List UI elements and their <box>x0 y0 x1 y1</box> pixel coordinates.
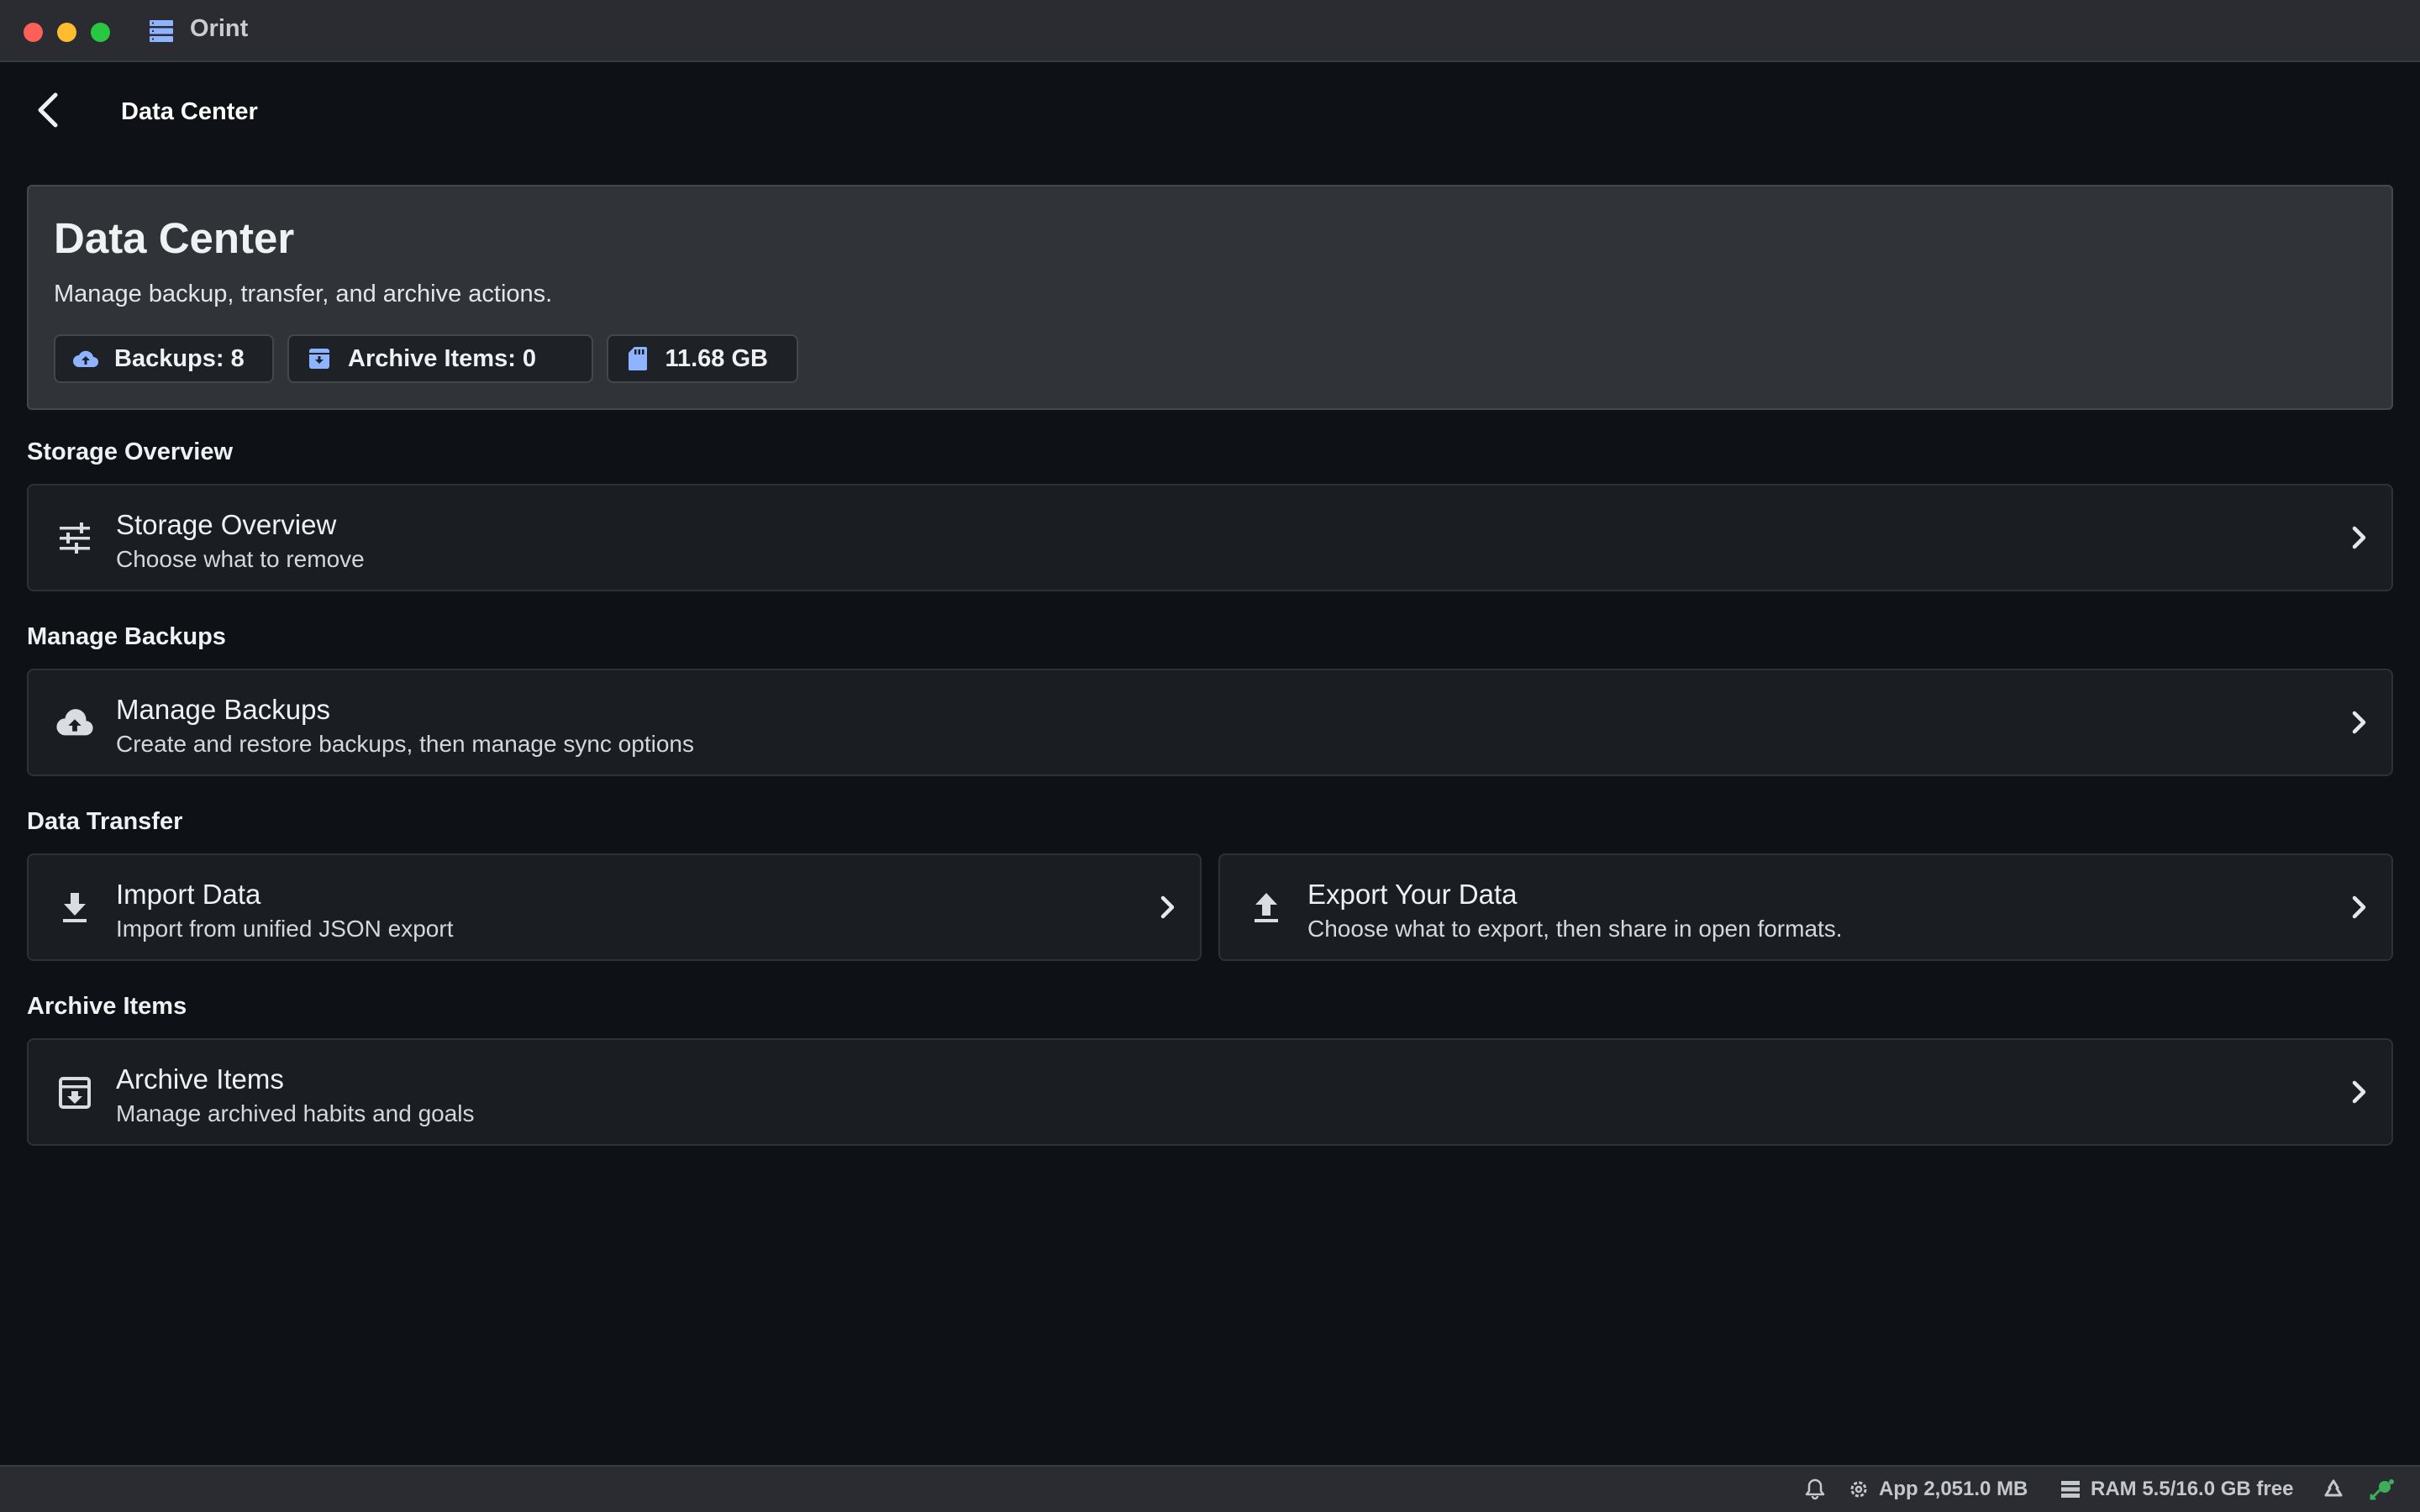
archive-items-title: Archive Items <box>116 1063 284 1095</box>
manage-backups-row[interactable]: Manage Backups Create and restore backup… <box>27 669 2393 776</box>
export-data-row[interactable]: Export Your Data Choose what to export, … <box>1218 853 2393 961</box>
import-data-title: Import Data <box>116 879 261 910</box>
server-stack-icon <box>148 18 175 44</box>
import-data-row[interactable]: Import Data Import from unified JSON exp… <box>27 853 1202 961</box>
ram-indicator[interactable]: RAM 5.5/16.0 GB free <box>2060 1467 2293 1512</box>
status-ok-icon <box>2370 1479 2394 1500</box>
server-stack-icon <box>2061 1481 2080 1498</box>
archive-items-subtitle: Manage archived habits and goals <box>116 1100 475 1126</box>
archive-items-chip: Archive Items: 0 <box>287 334 593 383</box>
backups-count-label: Backups: 8 <box>114 344 245 372</box>
download-icon <box>55 889 94 927</box>
page-title: Data Center <box>121 98 258 125</box>
archive-items-heading: Archive Items <box>27 993 187 1020</box>
window-title: Orint <box>190 15 249 42</box>
chevron-left-icon <box>38 92 58 128</box>
chevron-right-icon <box>1155 894 1181 921</box>
storage-size-label: 11.68 GB <box>665 344 768 372</box>
chevron-right-icon <box>2346 894 2373 921</box>
data-transfer-heading: Data Transfer <box>27 808 183 835</box>
cloud-upload-icon <box>55 704 94 743</box>
status-bar: App 2,051.0 MB RAM 5.5/16.0 GB free <box>0 1465 2420 1512</box>
summary-subtitle: Manage backup, transfer, and archive act… <box>54 281 553 307</box>
ram-label: RAM 5.5/16.0 GB free <box>2091 1478 2294 1500</box>
zoom-window-button[interactable] <box>91 23 110 42</box>
notifications-button[interactable] <box>1805 1467 1835 1512</box>
manage-backups-heading: Manage Backups <box>27 623 226 650</box>
archive-box-icon <box>55 1074 94 1112</box>
status-indicator[interactable] <box>2368 1467 2407 1512</box>
archive-box-icon <box>306 345 333 372</box>
tune-sliders-icon <box>55 519 94 558</box>
import-data-subtitle: Import from unified JSON export <box>116 916 454 942</box>
storage-overview-row[interactable]: Storage Overview Choose what to remove <box>27 484 2393 591</box>
storage-overview-title: Storage Overview <box>116 509 337 540</box>
chevron-right-icon <box>2346 709 2373 736</box>
export-data-title: Export Your Data <box>1307 879 1518 910</box>
gear-icon <box>1850 1481 1867 1498</box>
storage-overview-heading: Storage Overview <box>27 438 233 465</box>
back-button[interactable] <box>30 91 66 129</box>
recycle-button[interactable] <box>2323 1467 2354 1512</box>
manage-backups-subtitle: Create and restore backups, then manage … <box>116 731 694 757</box>
sd-card-icon <box>625 345 650 372</box>
data-center-summary-card: Data Center Manage backup, transfer, and… <box>27 185 2393 410</box>
summary-title: Data Center <box>54 214 295 262</box>
minimize-window-button[interactable] <box>57 23 76 42</box>
recycle-icon <box>2324 1479 2343 1497</box>
bell-icon <box>1805 1478 1825 1500</box>
cloud-upload-icon <box>72 345 99 372</box>
app-memory-indicator[interactable]: App 2,051.0 MB <box>1849 1467 2028 1512</box>
title-bar: Orint <box>0 0 2420 62</box>
export-data-subtitle: Choose what to export, then share in ope… <box>1307 916 1843 942</box>
chevron-right-icon <box>2346 524 2373 551</box>
upload-icon <box>1247 889 1286 927</box>
storage-overview-subtitle: Choose what to remove <box>116 546 365 572</box>
manage-backups-title: Manage Backups <box>116 694 330 725</box>
app-memory-label: App 2,051.0 MB <box>1879 1478 2028 1500</box>
backups-count-chip: Backups: 8 <box>54 334 274 383</box>
chevron-right-icon <box>2346 1079 2373 1105</box>
storage-size-chip: 11.68 GB <box>607 334 798 383</box>
close-window-button[interactable] <box>24 23 43 42</box>
archive-items-label: Archive Items: 0 <box>348 344 537 372</box>
archive-items-row[interactable]: Archive Items Manage archived habits and… <box>27 1038 2393 1146</box>
